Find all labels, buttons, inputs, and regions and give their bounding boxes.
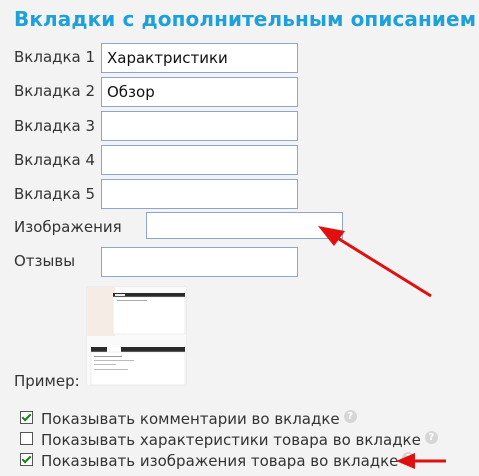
help-icon[interactable]: ?	[424, 431, 438, 444]
tab5-label: Вкладка 5	[14, 185, 96, 203]
show-specs-label: Показывать характеристики товара во вкла…	[41, 431, 421, 449]
help-icon[interactable]: ?	[343, 410, 357, 423]
show-images-label: Показывать изображения товара во вкладке	[41, 452, 399, 470]
tab4-label: Вкладка 4	[14, 151, 96, 169]
show-comments-checkbox[interactable]	[20, 411, 33, 424]
tab5-input[interactable]	[101, 179, 298, 209]
tab1-input[interactable]	[101, 43, 298, 73]
tab2-input[interactable]	[101, 77, 298, 107]
tab1-label: Вкладка 1	[14, 48, 96, 66]
tab3-input[interactable]	[101, 111, 298, 141]
tab4-input[interactable]	[101, 145, 298, 175]
images-input[interactable]	[146, 212, 343, 239]
show-images-checkbox[interactable]	[20, 453, 33, 466]
tab3-label: Вкладка 3	[14, 117, 96, 135]
reviews-label: Отзывы	[14, 252, 76, 270]
help-icon[interactable]: ?	[402, 452, 416, 465]
example-label: Пример:	[14, 372, 80, 390]
show-comments-label: Показывать комментарии во вкладке	[41, 410, 340, 428]
tab2-label: Вкладка 2	[14, 82, 96, 100]
show-specs-checkbox[interactable]	[20, 432, 33, 445]
reviews-input[interactable]	[101, 247, 298, 277]
option-show-images[interactable]: Показывать изображения товара во вкладке…	[20, 452, 416, 470]
option-show-comments[interactable]: Показывать комментарии во вкладке?	[20, 410, 357, 428]
section-title: Вкладки с дополнительным описанием	[14, 7, 477, 31]
example-preview-image	[87, 287, 186, 385]
example-preview-graphic	[87, 287, 186, 385]
option-show-specs[interactable]: Показывать характеристики товара во вкла…	[20, 431, 438, 449]
images-label: Изображения	[14, 218, 122, 236]
